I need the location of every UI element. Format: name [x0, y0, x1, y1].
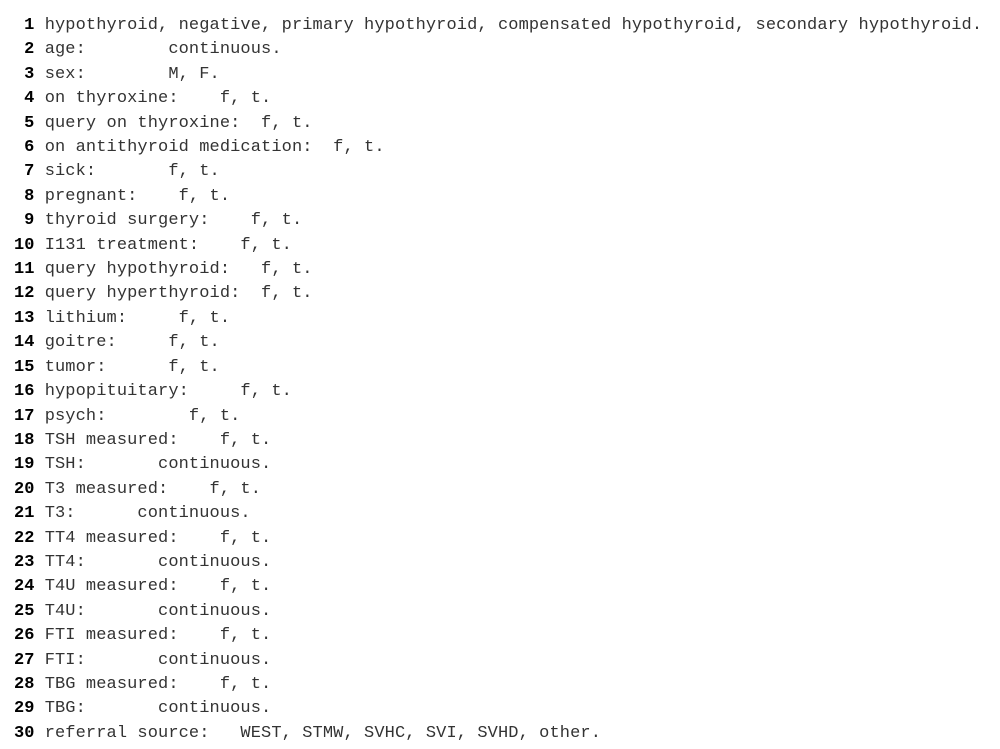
code-line: 18 TSH measured: f, t. [14, 429, 1000, 453]
code-line: 30 referral source: WEST, STMW, SVHC, SV… [14, 722, 1000, 746]
line-text: TBG measured: f, t. [45, 675, 272, 694]
line-number: 4 [14, 87, 34, 111]
line-text: tumor: f, t. [45, 358, 220, 377]
line-number: 30 [14, 722, 34, 746]
code-line: 23 TT4: continuous. [14, 551, 1000, 575]
line-text: T4U: continuous. [45, 602, 272, 621]
line-text: lithium: f, t. [45, 309, 230, 328]
line-number: 28 [14, 673, 34, 697]
code-line: 28 TBG measured: f, t. [14, 673, 1000, 697]
code-line: 10 I131 treatment: f, t. [14, 234, 1000, 258]
code-line: 26 FTI measured: f, t. [14, 624, 1000, 648]
line-number: 6 [14, 136, 34, 160]
code-line: 17 psych: f, t. [14, 405, 1000, 429]
line-number: 19 [14, 453, 34, 477]
line-number: 13 [14, 307, 34, 331]
line-number: 27 [14, 649, 34, 673]
line-text: sick: f, t. [45, 162, 220, 181]
line-number: 24 [14, 575, 34, 599]
line-number: 1 [14, 14, 34, 38]
code-line: 24 T4U measured: f, t. [14, 575, 1000, 599]
line-number: 10 [14, 234, 34, 258]
line-text: FTI measured: f, t. [45, 626, 272, 645]
code-line: 21 T3: continuous. [14, 502, 1000, 526]
line-number: 25 [14, 600, 34, 624]
line-number: 14 [14, 331, 34, 355]
code-line: 1 hypothyroid, negative, primary hypothy… [14, 14, 1000, 38]
code-line: 27 FTI: continuous. [14, 649, 1000, 673]
line-number: 26 [14, 624, 34, 648]
line-text: psych: f, t. [45, 407, 241, 426]
code-line: 20 T3 measured: f, t. [14, 478, 1000, 502]
code-line: 14 goitre: f, t. [14, 331, 1000, 355]
line-text: TBG: continuous. [45, 699, 272, 718]
line-number: 3 [14, 63, 34, 87]
line-text: TSH measured: f, t. [45, 431, 272, 450]
line-text: T3: continuous. [45, 504, 251, 523]
code-line: 19 TSH: continuous. [14, 453, 1000, 477]
line-number: 11 [14, 258, 34, 282]
code-line: 15 tumor: f, t. [14, 356, 1000, 380]
line-text: hypothyroid, negative, primary hypothyro… [45, 16, 982, 35]
line-number: 18 [14, 429, 34, 453]
line-number: 16 [14, 380, 34, 404]
code-line: 6 on antithyroid medication: f, t. [14, 136, 1000, 160]
code-line: 9 thyroid surgery: f, t. [14, 209, 1000, 233]
code-line: 8 pregnant: f, t. [14, 185, 1000, 209]
line-number: 7 [14, 160, 34, 184]
line-number: 20 [14, 478, 34, 502]
line-text: goitre: f, t. [45, 333, 220, 352]
line-text: TT4 measured: f, t. [45, 529, 272, 548]
code-line: 13 lithium: f, t. [14, 307, 1000, 331]
line-number: 21 [14, 502, 34, 526]
line-text: TT4: continuous. [45, 553, 272, 572]
code-line: 29 TBG: continuous. [14, 697, 1000, 721]
line-number: 17 [14, 405, 34, 429]
code-line: 11 query hypothyroid: f, t. [14, 258, 1000, 282]
line-text: query hypothyroid: f, t. [45, 260, 313, 279]
line-text: I131 treatment: f, t. [45, 236, 292, 255]
code-line: 7 sick: f, t. [14, 160, 1000, 184]
line-number: 2 [14, 38, 34, 62]
line-text: on thyroxine: f, t. [45, 89, 272, 108]
code-line: 4 on thyroxine: f, t. [14, 87, 1000, 111]
line-text: query hyperthyroid: f, t. [45, 284, 313, 303]
code-line: 5 query on thyroxine: f, t. [14, 112, 1000, 136]
line-number: 9 [14, 209, 34, 233]
line-text: age: continuous. [45, 40, 282, 59]
line-number: 5 [14, 112, 34, 136]
line-text: pregnant: f, t. [45, 187, 230, 206]
code-line: 25 T4U: continuous. [14, 600, 1000, 624]
line-text: T3 measured: f, t. [45, 480, 261, 499]
code-line: 16 hypopituitary: f, t. [14, 380, 1000, 404]
line-text: T4U measured: f, t. [45, 577, 272, 596]
line-text: thyroid surgery: f, t. [45, 211, 303, 230]
line-number: 8 [14, 185, 34, 209]
line-text: on antithyroid medication: f, t. [45, 138, 385, 157]
line-number: 15 [14, 356, 34, 380]
line-text: referral source: WEST, STMW, SVHC, SVI, … [45, 724, 601, 743]
line-text: sex: M, F. [45, 65, 220, 84]
line-number: 22 [14, 527, 34, 551]
code-line: 3 sex: M, F. [14, 63, 1000, 87]
code-line: 22 TT4 measured: f, t. [14, 527, 1000, 551]
line-number: 29 [14, 697, 34, 721]
code-line: 2 age: continuous. [14, 38, 1000, 62]
line-text: query on thyroxine: f, t. [45, 114, 313, 133]
code-line: 12 query hyperthyroid: f, t. [14, 282, 1000, 306]
code-listing: 1 hypothyroid, negative, primary hypothy… [0, 0, 1000, 746]
line-text: TSH: continuous. [45, 455, 272, 474]
line-number: 23 [14, 551, 34, 575]
line-number: 12 [14, 282, 34, 306]
line-text: FTI: continuous. [45, 651, 272, 670]
line-text: hypopituitary: f, t. [45, 382, 292, 401]
